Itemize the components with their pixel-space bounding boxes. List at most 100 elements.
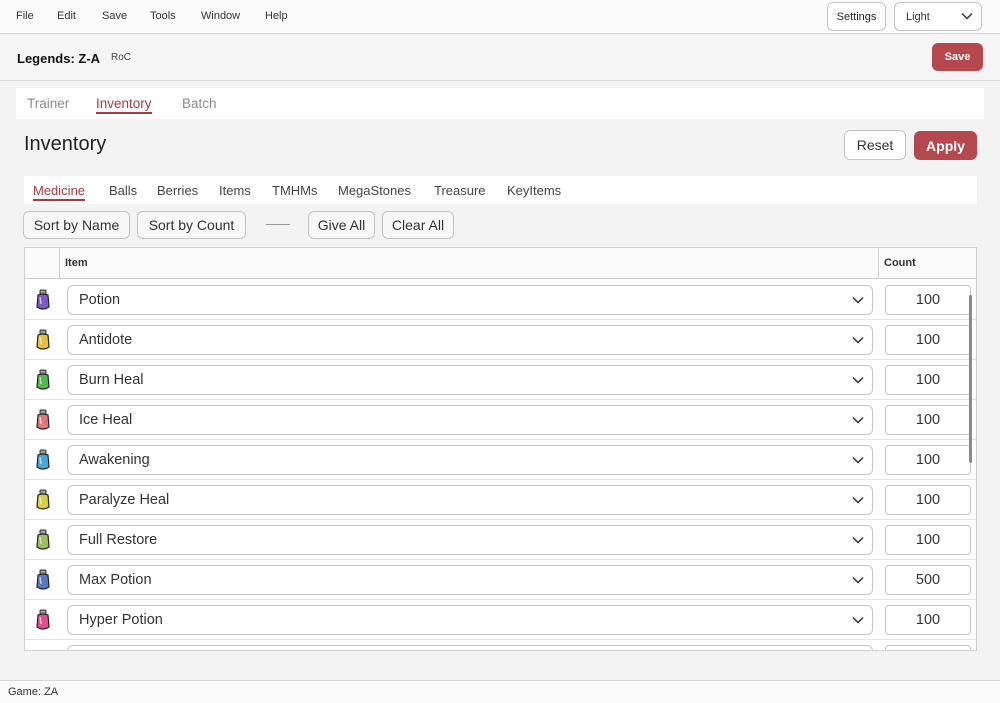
chevron-down-icon <box>852 576 864 584</box>
chevron-down-icon <box>852 296 864 304</box>
pouch-tabs: Medicine Balls Berries Items TMHMs MegaS… <box>24 176 977 204</box>
burn-heal-icon <box>36 369 50 390</box>
table-row: Potion 100 <box>25 280 976 320</box>
count-input[interactable]: 100 <box>885 525 971 555</box>
item-name: Antidote <box>79 332 133 348</box>
max-potion-icon <box>36 569 50 590</box>
tab-berries[interactable]: Berries <box>157 183 198 198</box>
menu-window[interactable]: Window <box>201 10 240 22</box>
ice-heal-icon <box>36 409 50 430</box>
hyper-potion-icon <box>36 609 50 630</box>
count-input[interactable]: 100 <box>885 445 971 475</box>
chevron-down-icon <box>961 12 973 20</box>
table-row: Paralyze Heal 100 <box>25 480 976 520</box>
item-select[interactable]: Hyper Potion <box>67 605 873 635</box>
paralyze-heal-icon <box>36 489 50 510</box>
full-restore-icon <box>36 529 50 550</box>
save-button[interactable]: Save <box>932 43 983 71</box>
page-title: Inventory <box>24 133 107 155</box>
item-select[interactable]: Potion <box>67 285 873 315</box>
menu-tools[interactable]: Tools <box>150 10 176 22</box>
item-name: Potion <box>79 292 121 308</box>
item-name: Ice Heal <box>79 412 133 428</box>
tab-balls[interactable]: Balls <box>109 183 137 198</box>
item-name: Burn Heal <box>79 372 144 388</box>
table-row: Burn Heal 100 <box>25 360 976 400</box>
antidote-icon <box>36 329 50 350</box>
count-column-header[interactable]: Count <box>884 257 916 269</box>
count-input[interactable] <box>885 645 971 650</box>
tab-medicine[interactable]: Medicine <box>33 183 86 201</box>
item-column-header[interactable]: Item <box>65 257 88 269</box>
potion-icon <box>36 289 50 310</box>
clear-all-button[interactable]: Clear All <box>382 211 454 239</box>
item-select[interactable]: Burn Heal <box>67 365 873 395</box>
count-input[interactable]: 500 <box>885 565 971 595</box>
reset-button[interactable]: Reset <box>844 130 906 160</box>
item-select[interactable]: Antidote <box>67 325 873 355</box>
item-select[interactable] <box>67 645 873 650</box>
count-input[interactable]: 100 <box>885 485 971 515</box>
table-row: Awakening 100 <box>25 440 976 480</box>
item-name: Max Potion <box>79 572 152 588</box>
settings-button[interactable]: Settings <box>827 2 886 31</box>
chevron-down-icon <box>852 496 864 504</box>
item-select[interactable]: Awakening <box>67 445 873 475</box>
count-input[interactable]: 100 <box>885 365 971 395</box>
awakening-icon <box>36 449 50 470</box>
chevron-down-icon <box>852 336 864 344</box>
table-row: Antidote 100 <box>25 320 976 360</box>
chevron-down-icon <box>852 376 864 384</box>
sort-by-name-button[interactable]: Sort by Name <box>23 211 130 239</box>
chevron-down-icon <box>852 616 864 624</box>
menu-edit[interactable]: Edit <box>57 10 76 22</box>
grid-scrollbar[interactable] <box>969 295 972 463</box>
theme-select[interactable]: Light <box>894 2 982 31</box>
menu-save[interactable]: Save <box>102 10 127 22</box>
status-bar: Game: ZA <box>0 680 1000 703</box>
table-row: Ice Heal 100 <box>25 400 976 440</box>
table-row: Hyper Potion 100 <box>25 600 976 640</box>
game-title: Legends: Z-A <box>17 51 101 66</box>
app-header: Legends: Z-A RoC Save <box>0 35 1000 81</box>
item-name: Awakening <box>79 452 150 468</box>
tab-keyitems[interactable]: KeyItems <box>507 183 561 198</box>
icon-column-header <box>25 248 60 279</box>
count-input[interactable]: 100 <box>885 325 971 355</box>
grid-header: Item Count <box>25 248 976 279</box>
item-name: Full Restore <box>79 532 158 548</box>
item-select[interactable]: Max Potion <box>67 565 873 595</box>
item-name: Hyper Potion <box>79 612 163 628</box>
chevron-down-icon <box>852 456 864 464</box>
sort-by-count-button[interactable]: Sort by Count <box>137 211 246 239</box>
tab-tmhms[interactable]: TMHMs <box>272 183 318 198</box>
apply-button[interactable]: Apply <box>914 131 977 160</box>
status-text: Game: ZA <box>8 686 59 698</box>
inventory-grid: Item Count Potion 100 Antidote 100 Burn Heal… <box>24 247 977 651</box>
count-input[interactable]: 100 <box>885 605 971 635</box>
item-name: Paralyze Heal <box>79 492 170 508</box>
give-all-button[interactable]: Give All <box>308 211 375 239</box>
chevron-down-icon <box>852 416 864 424</box>
main-tabs: Trainer Inventory Batch <box>16 88 984 119</box>
tab-batch[interactable]: Batch <box>182 96 217 111</box>
tab-megastones[interactable]: MegaStones <box>338 183 411 198</box>
count-input[interactable]: 100 <box>885 405 971 435</box>
menu-help[interactable]: Help <box>265 10 288 22</box>
item-select[interactable]: Ice Heal <box>67 405 873 435</box>
table-row-partial <box>25 640 976 650</box>
chevron-down-icon <box>852 536 864 544</box>
theme-select-value: Light <box>906 11 930 23</box>
game-tag: RoC <box>111 52 132 63</box>
tab-trainer[interactable]: Trainer <box>27 96 69 111</box>
table-row: Full Restore 100 <box>25 520 976 560</box>
tab-inventory[interactable]: Inventory <box>96 96 152 114</box>
menu-file[interactable]: File <box>16 10 34 22</box>
column-divider <box>878 248 879 279</box>
tab-items[interactable]: Items <box>219 183 251 198</box>
tab-treasure[interactable]: Treasure <box>434 183 486 198</box>
item-select[interactable]: Paralyze Heal <box>67 485 873 515</box>
item-select[interactable]: Full Restore <box>67 525 873 555</box>
table-row: Max Potion 500 <box>25 560 976 600</box>
count-input[interactable]: 100 <box>885 285 971 315</box>
